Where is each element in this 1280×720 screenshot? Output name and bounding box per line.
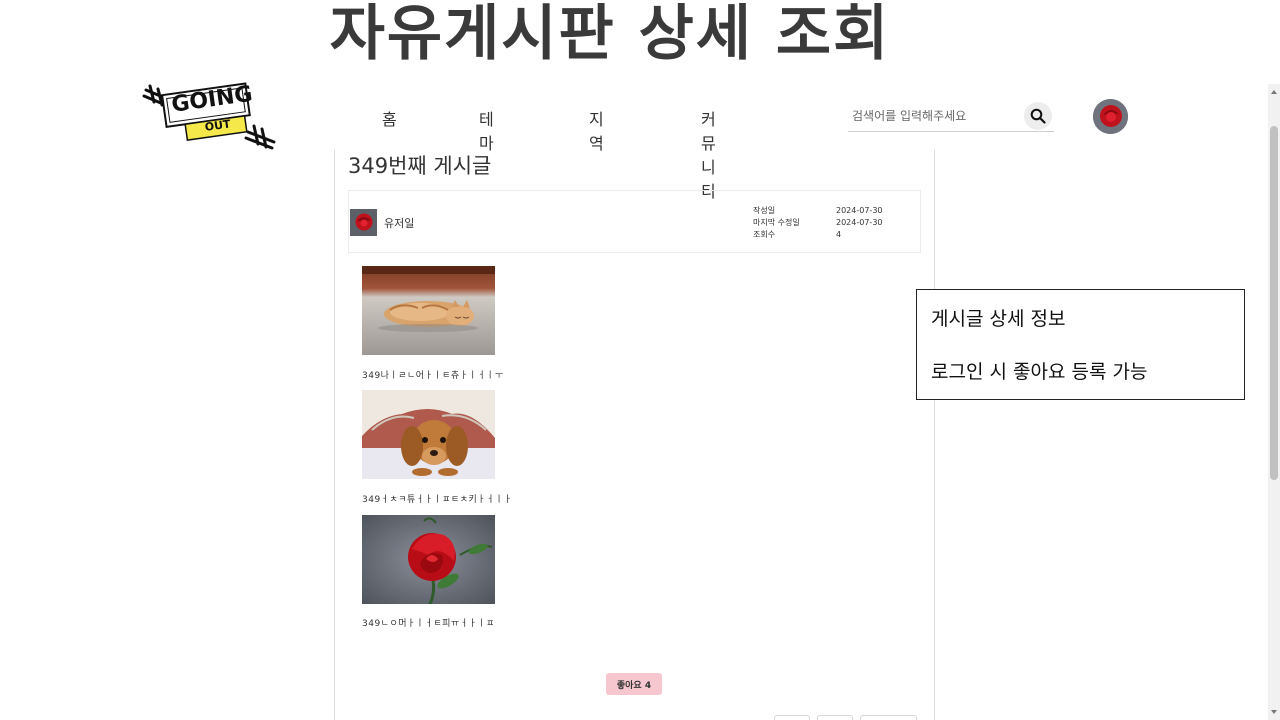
scrollbar-thumb[interactable] <box>1270 126 1278 480</box>
bottom-action-button-3[interactable] <box>860 715 917 720</box>
search-box <box>848 100 1054 132</box>
search-input[interactable] <box>852 104 1022 128</box>
meta-label-views: 조회수 <box>753 230 776 239</box>
meta-labels: 작성일 마지막 수정일 조회수 <box>753 205 800 241</box>
meta-value-views: 4 <box>836 230 842 239</box>
like-button[interactable]: 좋아요 4 <box>606 673 662 695</box>
meta-value-created: 2024-07-30 <box>836 206 883 215</box>
bottom-action-button-1[interactable] <box>774 715 810 720</box>
post-title: 349번째 게시글 <box>348 154 492 178</box>
meta-label-created: 작성일 <box>753 206 776 215</box>
post-image-kitten <box>362 266 495 355</box>
slide-title: 자유게시판 상세 조회 <box>329 0 891 69</box>
nav-item-region[interactable]: 지역 <box>589 106 604 154</box>
search-button[interactable] <box>1024 102 1052 130</box>
author-avatar[interactable] <box>350 209 377 236</box>
post-meta-box: 유저일 작성일 마지막 수정일 조회수 2024-07-30 2024-07-3… <box>348 190 921 253</box>
meta-values: 2024-07-30 2024-07-30 4 <box>836 205 883 241</box>
nav-item-home[interactable]: 홈 <box>382 106 397 130</box>
meta-value-modified: 2024-07-30 <box>836 218 883 227</box>
going-out-logo[interactable]: GOING OUT <box>140 80 280 152</box>
bottom-action-button-2[interactable] <box>817 715 853 720</box>
post-image-caption-3: 349ㄴㅇ머ㅏㅣㅓㅌ피ㅠㅓㅏㅣㅍ <box>362 619 495 629</box>
page-scrollbar[interactable] <box>1268 84 1280 720</box>
annotation-note-box: 게시글 상세 정보 로그인 시 좋아요 등록 가능 <box>916 289 1245 400</box>
nav-item-theme[interactable]: 테마 <box>479 106 494 154</box>
post-image-caption-2: 349ㅓㅊㅋ튜ㅓㅏㅣㅍㅌㅊ키ㅏㅓㅣㅏ <box>362 495 513 505</box>
post-image-puppy <box>362 390 495 479</box>
scroll-down-arrow-icon[interactable] <box>1271 710 1277 714</box>
post-image-caption-1: 349나ㅣㄹㄴ어ㅏㅣㅌ츄ㅏㅣㅓㅣㅜ <box>362 371 504 381</box>
annotation-line-2: 로그인 시 좋아요 등록 가능 <box>931 361 1148 383</box>
post-image-rose <box>362 515 495 604</box>
user-avatar[interactable] <box>1093 99 1128 134</box>
scroll-up-arrow-icon[interactable] <box>1271 90 1277 94</box>
search-icon <box>1030 108 1046 124</box>
meta-label-modified: 마지막 수정일 <box>753 218 800 227</box>
author-name[interactable]: 유저일 <box>384 215 414 231</box>
annotation-line-1: 게시글 상세 정보 <box>931 308 1066 330</box>
